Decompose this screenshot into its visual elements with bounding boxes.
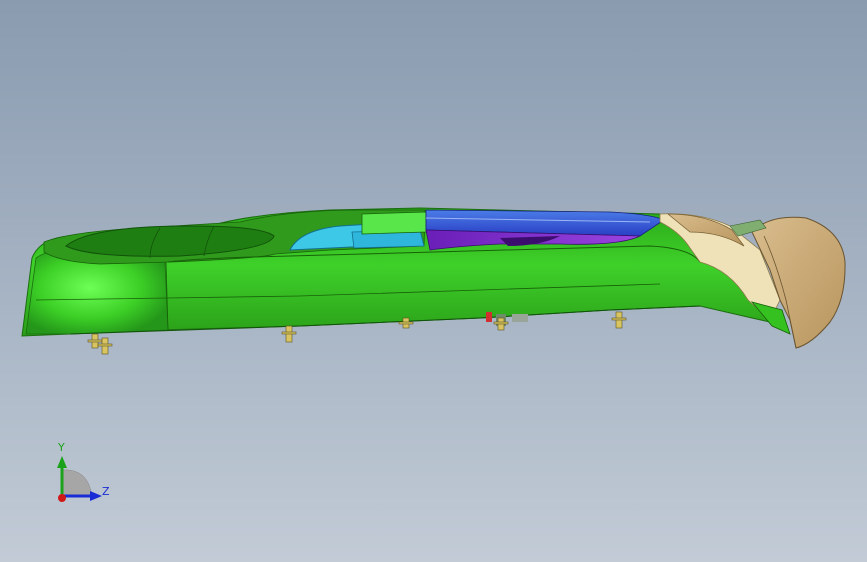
fastener [611, 311, 627, 329]
3d-viewport[interactable]: Y Z [0, 0, 867, 562]
window-frame [361, 211, 427, 235]
view-orientation-triad[interactable]: Y Z [40, 438, 130, 518]
y-axis-arrow [57, 456, 67, 468]
fastener [87, 333, 113, 355]
underside-part [486, 312, 492, 322]
triad-xy-plane [61, 469, 93, 497]
z-axis-label: Z [102, 485, 110, 498]
z-axis-arrow [90, 491, 102, 501]
origin-dot [58, 494, 66, 502]
cad-model[interactable] [0, 0, 867, 562]
fastener [281, 325, 297, 343]
underside-part-3 [512, 314, 528, 322]
triad-graphic [57, 456, 102, 502]
y-axis-label: Y [58, 441, 65, 454]
